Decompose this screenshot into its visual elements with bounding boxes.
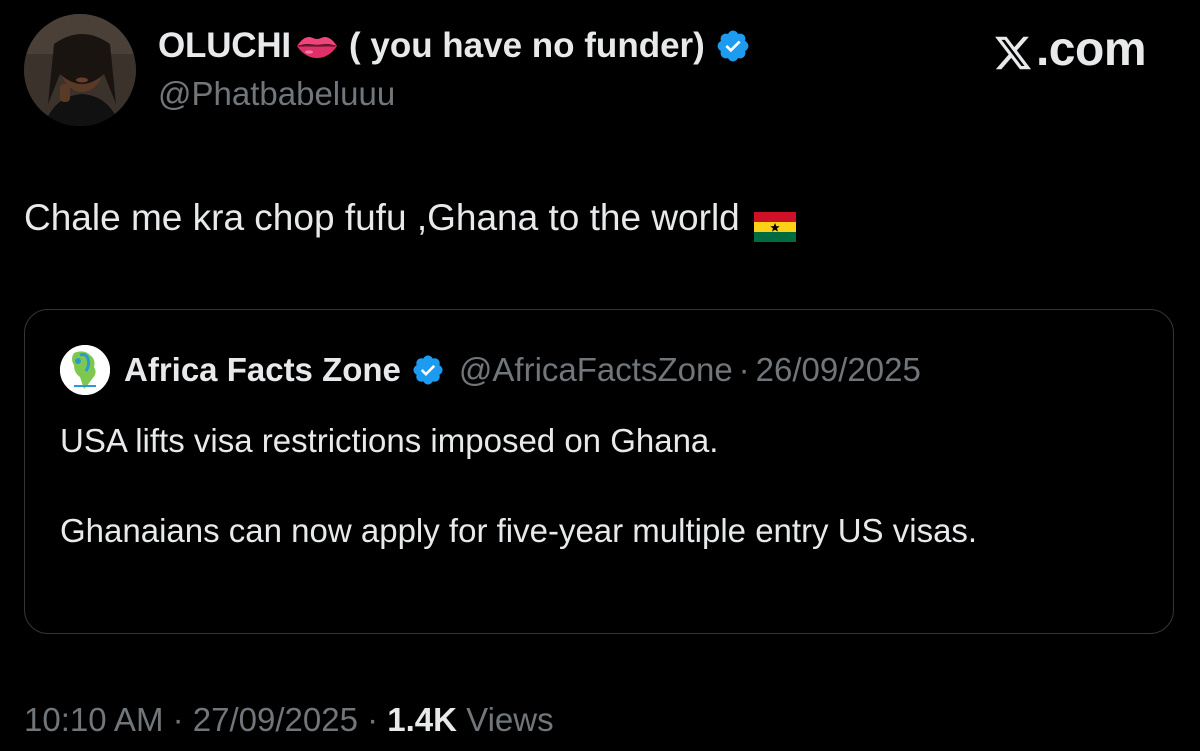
x-logo-icon: [992, 30, 1034, 70]
tweet-meta: 10:10 AM · 27/09/2025 · 1.4K Views: [24, 696, 554, 744]
lips-emoji-icon: [295, 33, 339, 59]
tweet-text-content: Chale me kra chop fufu ,Ghana to the wor…: [24, 197, 740, 238]
author-name-row[interactable]: OLUCHI ( you have no funder): [158, 24, 751, 68]
tweet-time[interactable]: 10:10 AM: [24, 701, 163, 738]
avatar-photo: [24, 14, 136, 126]
brand-watermark: .com: [992, 22, 1147, 78]
quote-header: Africa Facts Zone @AfricaFactsZone · 26/…: [124, 346, 921, 394]
quote-paragraph: Ghanaians can now apply for five-year mu…: [60, 512, 978, 549]
quote-separator: ·: [738, 351, 750, 388]
quote-author-handle[interactable]: @AfricaFactsZone: [459, 351, 733, 389]
verified-badge-icon[interactable]: [715, 28, 751, 64]
author-handle[interactable]: @Phatbabeluuu: [158, 72, 395, 116]
quote-paragraph: USA lifts visa restrictions imposed on G…: [60, 422, 719, 459]
views-count[interactable]: 1.4K: [387, 701, 457, 738]
quote-author-name[interactable]: Africa Facts Zone: [124, 351, 401, 389]
tweet-text: Chale me kra chop fufu ,Ghana to the wor…: [24, 192, 796, 244]
author-tagline[interactable]: ( you have no funder): [349, 26, 705, 66]
meta-separator: ·: [357, 701, 388, 738]
ghana-flag-icon: [753, 204, 796, 242]
verified-badge-icon[interactable]: [411, 353, 445, 387]
author-avatar[interactable]: [24, 14, 136, 126]
quote-avatar[interactable]: [60, 345, 110, 395]
views-label: Views: [456, 701, 554, 738]
quote-date[interactable]: 26/09/2025: [756, 351, 921, 389]
brand-label: .com: [1035, 23, 1147, 76]
africa-facts-logo-icon: [60, 345, 110, 395]
quoted-tweet-card[interactable]: Africa Facts Zone @AfricaFactsZone · 26/…: [24, 309, 1174, 634]
meta-separator: ·: [163, 701, 193, 738]
tweet-date[interactable]: 27/09/2025: [193, 701, 358, 738]
quote-body: USA lifts visa restrictions imposed on G…: [60, 418, 1140, 553]
author-name[interactable]: OLUCHI: [158, 26, 291, 66]
